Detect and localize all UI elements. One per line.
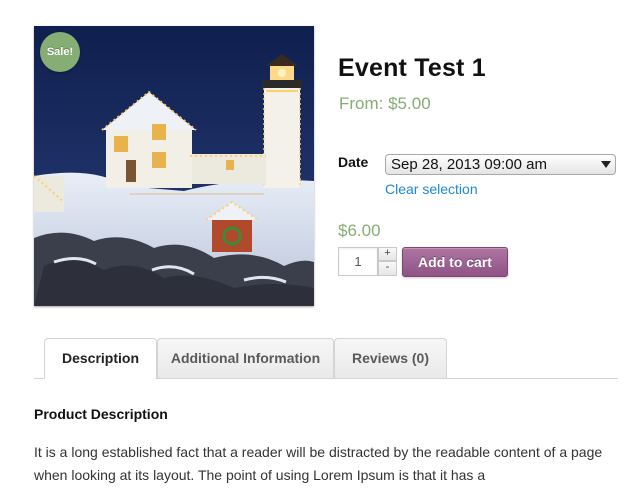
description-text: It is a long established fact that a rea… [34,444,603,483]
tab-additional-information[interactable]: Additional Information [157,338,334,378]
tab-reviews[interactable]: Reviews (0) [334,338,447,378]
date-label: Date [338,154,369,170]
description-heading: Product Description [34,406,168,422]
variation-price: $6.00 [338,221,381,240]
product-title: Event Test 1 [338,54,486,82]
clear-selection-link[interactable]: Clear selection [385,181,478,197]
add-to-cart-button[interactable]: Add to cart [402,247,508,277]
date-select[interactable]: Sep 28, 2013 09:00 am [385,154,616,175]
date-select-value: Sep 28, 2013 09:00 am [391,156,547,173]
quantity-plus-button[interactable]: + [378,247,397,261]
chevron-down-icon [601,161,611,168]
quantity-minus-button[interactable]: - [378,261,397,276]
price-from: From: $5.00 [339,94,431,113]
tab-description[interactable]: Description [44,338,157,379]
product-image[interactable] [34,26,314,306]
quantity-stepper: 1 + - [338,247,398,276]
product-page: Sale! Event Test 1 From: $5.00 Date Sep … [0,0,640,492]
quantity-input[interactable]: 1 [338,247,378,276]
sale-badge: Sale! [40,32,80,72]
